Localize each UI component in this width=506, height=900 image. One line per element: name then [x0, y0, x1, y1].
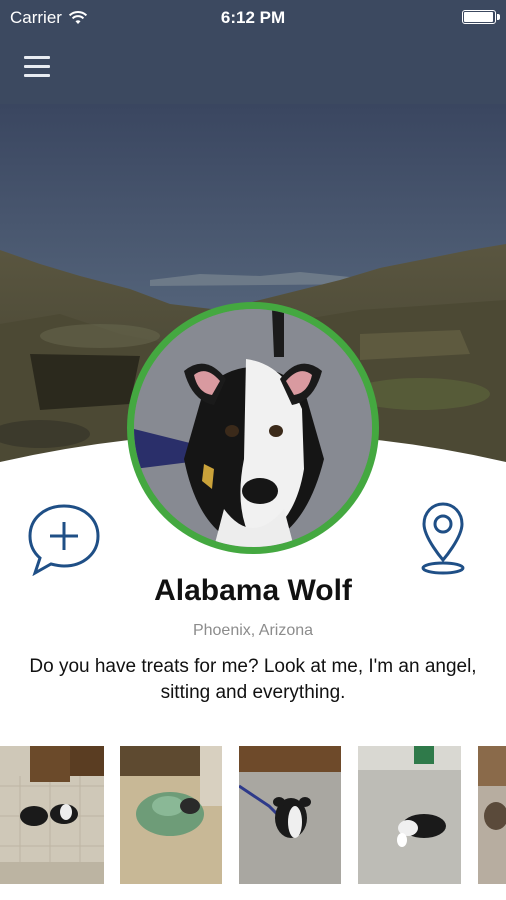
navigation-bar: [0, 36, 506, 104]
battery-fill: [464, 12, 493, 22]
gallery-photo[interactable]: [120, 746, 222, 884]
gallery-photo[interactable]: [478, 746, 506, 884]
gallery-photo[interactable]: [0, 746, 104, 884]
dog-photo: [134, 309, 372, 547]
gallery-photo[interactable]: [358, 746, 461, 884]
profile-avatar[interactable]: [127, 302, 379, 554]
status-bar: Carrier 6:12 PM: [0, 0, 506, 36]
battery-icon: [462, 10, 500, 24]
add-comment-icon[interactable]: [26, 502, 102, 581]
hamburger-menu-icon[interactable]: [24, 56, 50, 80]
profile-bio: Do you have treats for me? Look at me, I…: [29, 656, 477, 703]
profile-location: Phoenix, Arizona: [192, 622, 314, 639]
status-time: 6:12 PM: [220, 8, 286, 27]
gallery-photo[interactable]: [239, 746, 341, 884]
location-pin-icon[interactable]: [418, 500, 468, 585]
profile-name: Alabama Wolf: [154, 574, 352, 607]
